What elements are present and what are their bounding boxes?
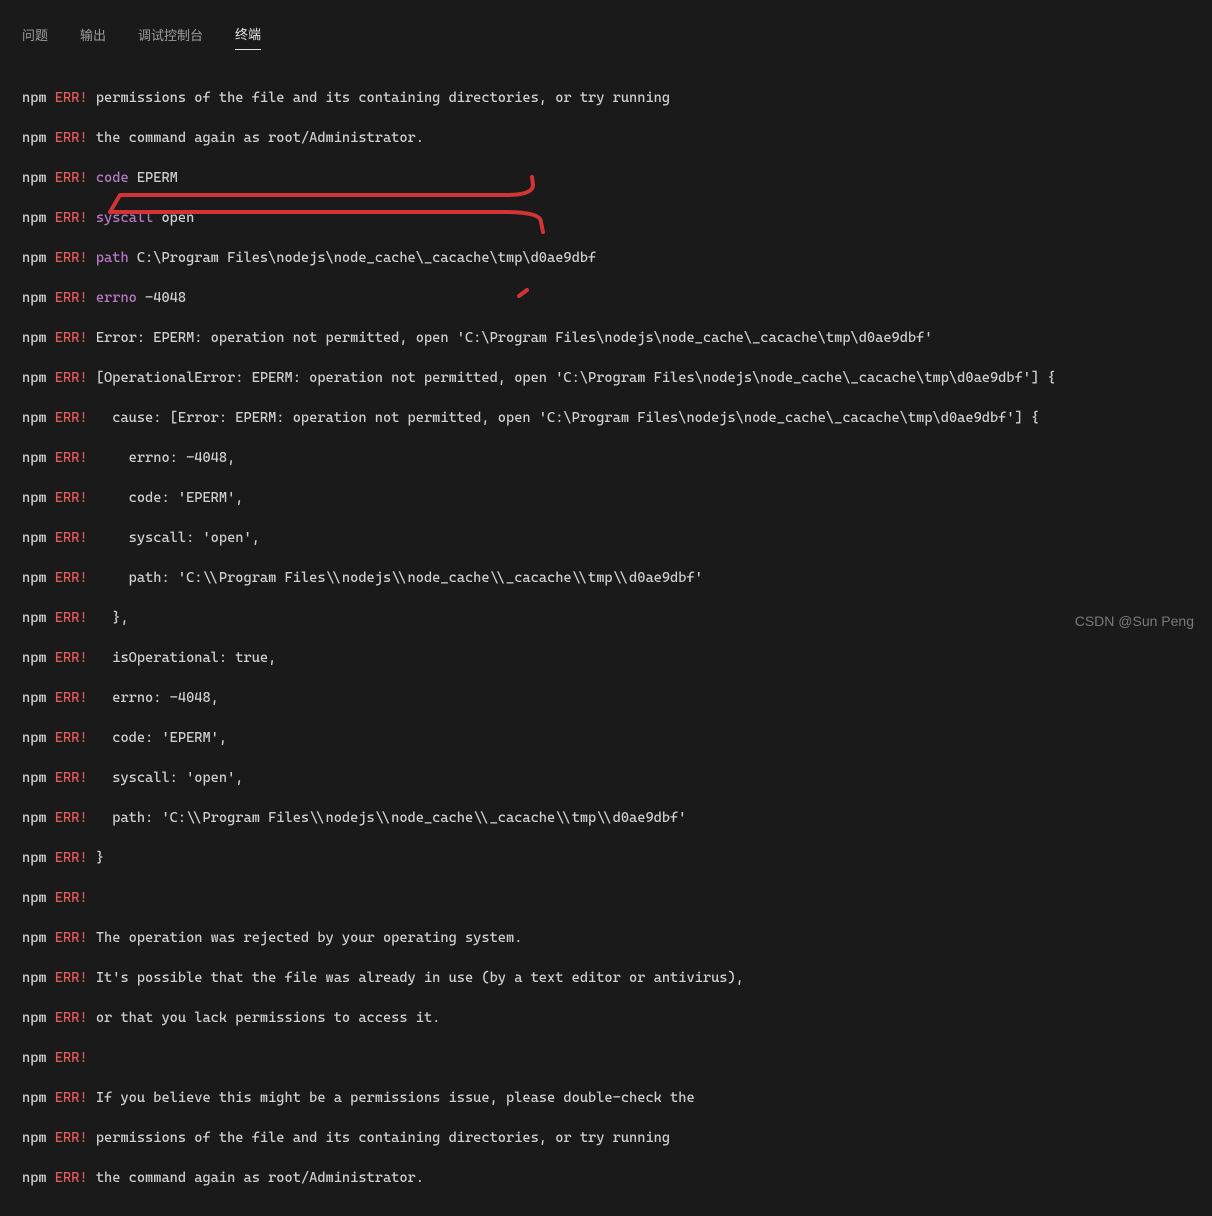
panel-tabs: 问题 输出 调试控制台 终端 [0,0,1212,60]
log-line: npm ERR! path C:\Program Files\nodejs\no… [22,248,1190,268]
log-line: npm ERR! The operation was rejected by y… [22,928,1190,948]
log-line: npm ERR! path: 'C:\\Program Files\\nodej… [22,808,1190,828]
log-line: npm ERR! errno: -4048, [22,448,1190,468]
log-line: npm ERR! [OperationalError: EPERM: opera… [22,368,1190,388]
log-line: npm ERR! syscall: 'open', [22,528,1190,548]
log-line: npm ERR! the command again as root/Admin… [22,1168,1190,1188]
log-line: npm ERR! syscall open [22,208,1190,228]
log-line: npm ERR! isOperational: true, [22,648,1190,668]
log-line: npm ERR! code: 'EPERM', [22,488,1190,508]
log-line: npm ERR! syscall: 'open', [22,768,1190,788]
log-line: npm ERR! errno: -4048, [22,688,1190,708]
log-line: npm ERR! or that you lack permissions to… [22,1008,1190,1028]
log-line: npm ERR! It's possible that the file was… [22,968,1190,988]
log-line: npm ERR! permissions of the file and its… [22,88,1190,108]
tab-output[interactable]: 输出 [80,21,106,50]
log-line: npm ERR! [22,888,1190,908]
log-line: npm ERR! } [22,848,1190,868]
log-line: npm ERR! permissions of the file and its… [22,1128,1190,1148]
watermark-text: CSDN @Sun Peng [1075,613,1194,629]
log-line: npm ERR! errno -4048 [22,288,1190,308]
log-line: npm ERR! Error: EPERM: operation not per… [22,328,1190,348]
tab-terminal[interactable]: 终端 [235,20,261,50]
tab-debug-console[interactable]: 调试控制台 [138,21,203,50]
log-line: npm ERR! path: 'C:\\Program Files\\nodej… [22,568,1190,588]
log-line: npm ERR! cause: [Error: EPERM: operation… [22,408,1190,428]
log-line: npm ERR! [22,1048,1190,1068]
log-line: npm ERR! code EPERM [22,168,1190,188]
log-line: npm ERR! If you believe this might be a … [22,1088,1190,1108]
log-line: npm ERR! code: 'EPERM', [22,728,1190,748]
log-line: npm ERR! the command again as root/Admin… [22,128,1190,148]
terminal-output[interactable]: npm ERR! permissions of the file and its… [0,60,1212,1216]
tab-problems[interactable]: 问题 [22,21,48,50]
log-line: npm ERR! }, [22,608,1190,628]
